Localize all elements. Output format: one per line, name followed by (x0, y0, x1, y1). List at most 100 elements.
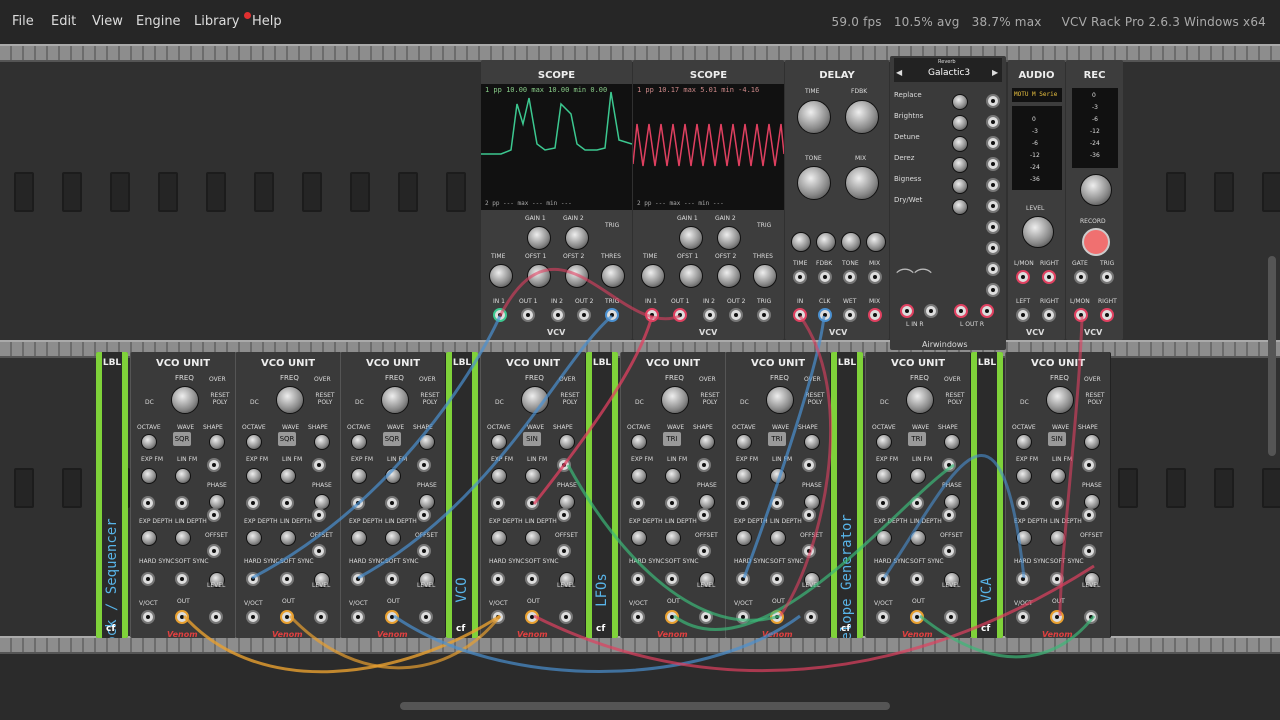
lin-fm-jack[interactable] (910, 496, 924, 510)
shape-cv-jack[interactable] (312, 458, 326, 472)
octave-knob[interactable] (736, 434, 752, 450)
out-jack[interactable] (770, 610, 784, 624)
shape-knob[interactable] (804, 434, 820, 450)
out1-jack[interactable] (521, 308, 535, 322)
clk-jack[interactable] (818, 308, 832, 322)
time-knob[interactable] (797, 100, 831, 134)
freq-knob[interactable] (276, 386, 304, 414)
in2-jack[interactable] (703, 308, 717, 322)
lmon-jack[interactable] (1074, 308, 1088, 322)
exp-fm-knob[interactable] (736, 468, 752, 484)
shape-cv-jack[interactable] (1082, 458, 1096, 472)
hard-sync-jack[interactable] (141, 572, 155, 586)
reverb-cv-jack[interactable] (986, 220, 1000, 234)
offset-cv-jack[interactable] (557, 544, 571, 558)
right-jack[interactable] (1042, 270, 1056, 284)
hard-sync-jack[interactable] (1016, 572, 1030, 586)
out-jack[interactable] (910, 610, 924, 624)
ofst2-knob[interactable] (565, 264, 589, 288)
freq-knob[interactable] (171, 386, 199, 414)
exp-fm-knob[interactable] (631, 468, 647, 484)
trig-jack[interactable] (757, 308, 771, 322)
menu-file[interactable]: File (12, 14, 34, 29)
horizontal-scrollbar[interactable] (400, 702, 890, 710)
out-jack[interactable] (280, 610, 294, 624)
phase-cv-jack[interactable] (942, 508, 956, 522)
right-out-jack[interactable] (1042, 308, 1056, 322)
time-cv-knob[interactable] (791, 232, 811, 252)
voct-jack[interactable] (351, 610, 365, 624)
reverb-param-knob[interactable] (952, 157, 968, 173)
ofst1-knob[interactable] (527, 264, 551, 288)
freq-knob[interactable] (521, 386, 549, 414)
shape-cv-jack[interactable] (802, 458, 816, 472)
mix-jack[interactable] (868, 308, 882, 322)
time-knob[interactable] (641, 264, 665, 288)
lin-fm-jack[interactable] (280, 496, 294, 510)
level-jack[interactable] (314, 610, 328, 624)
level-jack[interactable] (209, 610, 223, 624)
right-jack[interactable] (1100, 308, 1114, 322)
shape-knob[interactable] (419, 434, 435, 450)
hard-sync-jack[interactable] (351, 572, 365, 586)
reverb-param-knob[interactable] (952, 136, 968, 152)
octave-knob[interactable] (141, 434, 157, 450)
level-jack[interactable] (804, 610, 818, 624)
octave-knob[interactable] (246, 434, 262, 450)
reverb-cv-jack[interactable] (986, 94, 1000, 108)
soft-sync-jack[interactable] (525, 572, 539, 586)
reverb-cv-jack[interactable] (986, 199, 1000, 213)
reverb-param-knob[interactable] (952, 199, 968, 215)
lin-fm-jack[interactable] (1050, 496, 1064, 510)
menu-edit[interactable]: Edit (51, 14, 76, 29)
soft-sync-jack[interactable] (175, 572, 189, 586)
lin-fm-knob[interactable] (280, 468, 296, 484)
offset-cv-jack[interactable] (802, 544, 816, 558)
wave-select-button[interactable]: SIN (1048, 432, 1066, 446)
mix-knob[interactable] (845, 166, 879, 200)
lin-fm-jack[interactable] (175, 496, 189, 510)
freq-knob[interactable] (766, 386, 794, 414)
out1-jack[interactable] (673, 308, 687, 322)
phase-cv-jack[interactable] (417, 508, 431, 522)
wave-select-button[interactable]: TRI (663, 432, 681, 446)
exp-fm-jack[interactable] (491, 496, 505, 510)
menu-library[interactable]: Library (194, 14, 239, 29)
out-jack[interactable] (525, 610, 539, 624)
level-jack[interactable] (419, 610, 433, 624)
lin-depth-knob[interactable] (665, 530, 681, 546)
lmon-jack[interactable] (1016, 270, 1030, 284)
exp-fm-knob[interactable] (141, 468, 157, 484)
exp-depth-knob[interactable] (351, 530, 367, 546)
level-knob[interactable] (1080, 174, 1112, 206)
preset-name[interactable]: Galactic3 (928, 68, 970, 78)
gain1-knob[interactable] (527, 226, 551, 250)
hard-sync-jack[interactable] (631, 572, 645, 586)
lin-fm-knob[interactable] (385, 468, 401, 484)
shape-cv-jack[interactable] (697, 458, 711, 472)
hard-sync-jack[interactable] (246, 572, 260, 586)
fdbk-cv-knob[interactable] (816, 232, 836, 252)
freq-knob[interactable] (661, 386, 689, 414)
shape-knob[interactable] (699, 434, 715, 450)
voct-jack[interactable] (1016, 610, 1030, 624)
exp-fm-jack[interactable] (736, 496, 750, 510)
lin-depth-knob[interactable] (525, 530, 541, 546)
freq-knob[interactable] (381, 386, 409, 414)
voct-jack[interactable] (876, 610, 890, 624)
in-left-jack[interactable] (900, 304, 914, 318)
level-knob[interactable] (1022, 216, 1054, 248)
exp-depth-knob[interactable] (736, 530, 752, 546)
wave-select-button[interactable]: SQR (278, 432, 296, 446)
phase-cv-jack[interactable] (557, 508, 571, 522)
lin-fm-knob[interactable] (1050, 468, 1066, 484)
lin-fm-knob[interactable] (525, 468, 541, 484)
wet-jack[interactable] (843, 308, 857, 322)
reverb-cv-jack[interactable] (986, 115, 1000, 129)
lin-depth-knob[interactable] (770, 530, 786, 546)
voct-jack[interactable] (141, 610, 155, 624)
reverb-cv-jack[interactable] (986, 262, 1000, 276)
out-right-jack[interactable] (980, 304, 994, 318)
wave-select-button[interactable]: SQR (173, 432, 191, 446)
reverb-cv-jack[interactable] (986, 136, 1000, 150)
